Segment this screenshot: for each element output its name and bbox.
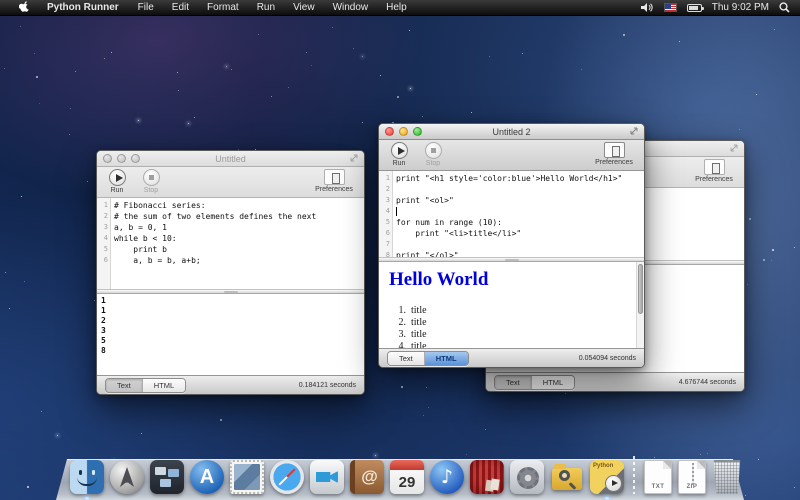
address-book-icon[interactable]: @ bbox=[350, 460, 384, 494]
close-button[interactable] bbox=[103, 154, 112, 163]
window-untitled-2: Untitled 2 Run Stop Preferences bbox=[378, 123, 645, 368]
menu-app-name[interactable]: Python Runner bbox=[39, 0, 129, 16]
minimize-button[interactable] bbox=[399, 127, 408, 136]
python-runner-icon[interactable]: Python bbox=[590, 460, 624, 494]
dock: A @ 29 ♪ Python TXT ZIP bbox=[64, 452, 736, 500]
rendered-heading: Hello World bbox=[389, 269, 634, 291]
run-icon bbox=[391, 142, 408, 159]
execution-time: 4.676744 seconds bbox=[679, 379, 736, 386]
html-tab[interactable]: HTML bbox=[531, 376, 574, 389]
trash-icon[interactable] bbox=[712, 460, 742, 494]
apple-icon bbox=[19, 1, 30, 14]
run-icon bbox=[109, 169, 126, 186]
launchpad-icon[interactable] bbox=[110, 460, 144, 494]
line-number-gutter: 12 34 56 78 bbox=[379, 171, 393, 257]
safari-icon[interactable] bbox=[270, 460, 304, 494]
find-app-icon[interactable] bbox=[550, 460, 584, 494]
output-pane[interactable]: 11 23 58 bbox=[97, 294, 364, 375]
text-output: 11 23 58 bbox=[97, 294, 364, 356]
rendered-ordered-list: 1.title 2.title 3.title 4.title 5.title … bbox=[389, 305, 634, 348]
code-editor[interactable]: 12 34 56 # Fibonacci series: # the sum o… bbox=[97, 198, 364, 289]
status-bar: Text HTML 0.184121 seconds bbox=[97, 375, 364, 394]
preferences-icon bbox=[324, 169, 345, 185]
minimize-button[interactable] bbox=[117, 154, 126, 163]
stop-icon bbox=[425, 142, 442, 159]
fullscreen-icon[interactable] bbox=[350, 154, 358, 164]
dock-divider bbox=[633, 456, 635, 494]
run-button[interactable]: Run bbox=[104, 169, 130, 194]
volume-icon[interactable] bbox=[641, 2, 654, 13]
text-tab[interactable]: Text bbox=[388, 352, 424, 365]
zoom-button[interactable] bbox=[413, 127, 422, 136]
titlebar[interactable]: Untitled bbox=[97, 151, 364, 167]
toolbar: Run Stop Preferences bbox=[97, 167, 364, 198]
facetime-icon[interactable] bbox=[310, 460, 344, 494]
preferences-button[interactable]: Preferences bbox=[311, 169, 357, 193]
mission-control-icon[interactable] bbox=[150, 460, 184, 494]
menu-file[interactable]: File bbox=[129, 0, 163, 16]
run-button[interactable]: Run bbox=[386, 142, 412, 167]
output-pane[interactable]: Hello World 1.title 2.title 3.title 4.ti… bbox=[379, 262, 644, 348]
output-mode-segmented-control: Text HTML bbox=[387, 351, 469, 366]
zoom-button[interactable] bbox=[131, 154, 140, 163]
spotlight-icon[interactable] bbox=[779, 2, 790, 13]
menu-view[interactable]: View bbox=[284, 0, 324, 16]
execution-time: 0.184121 seconds bbox=[299, 382, 356, 389]
html-tab[interactable]: HTML bbox=[142, 379, 185, 392]
desktop: Python Runner File Edit Format Run View … bbox=[0, 0, 800, 500]
ical-icon[interactable]: 29 bbox=[390, 460, 424, 494]
fullscreen-icon[interactable] bbox=[730, 144, 738, 154]
us-flag-icon[interactable] bbox=[664, 3, 677, 12]
menu-clock[interactable]: Thu 9:02 PM bbox=[712, 2, 769, 13]
vertical-scrollbar[interactable] bbox=[636, 262, 644, 348]
titlebar[interactable]: Untitled 2 bbox=[379, 124, 644, 140]
app-store-icon[interactable]: A bbox=[190, 460, 224, 494]
html-tab[interactable]: HTML bbox=[424, 352, 468, 365]
preferences-icon bbox=[704, 159, 725, 175]
menu-help[interactable]: Help bbox=[377, 0, 416, 16]
magnifier-icon bbox=[559, 470, 570, 481]
code-text: # Fibonacci series: # the sum of two ele… bbox=[111, 198, 364, 289]
html-output: Hello World 1.title 2.title 3.title 4.ti… bbox=[379, 262, 644, 348]
menu-edit[interactable]: Edit bbox=[163, 0, 198, 16]
battery-icon[interactable] bbox=[687, 4, 702, 12]
stop-button[interactable]: Stop bbox=[138, 169, 164, 194]
photo-booth-icon[interactable] bbox=[470, 460, 504, 494]
scrollbar-thumb[interactable] bbox=[638, 264, 643, 314]
zip-document-icon[interactable]: ZIP bbox=[678, 460, 706, 494]
menu-run[interactable]: Run bbox=[248, 0, 284, 16]
mail-icon[interactable] bbox=[230, 460, 264, 494]
preferences-button[interactable]: Preferences bbox=[591, 142, 637, 166]
stop-button[interactable]: Stop bbox=[420, 142, 446, 167]
text-tab[interactable]: Text bbox=[106, 379, 142, 392]
preferences-icon bbox=[604, 142, 625, 158]
menu-bar: Python Runner File Edit Format Run View … bbox=[0, 0, 800, 16]
text-cursor bbox=[396, 207, 397, 216]
status-bar: Text HTML 0.054094 seconds bbox=[379, 348, 644, 367]
finder-icon[interactable] bbox=[70, 460, 104, 494]
toolbar: Run Stop Preferences bbox=[379, 140, 644, 171]
window-untitled: Untitled Run Stop Preferences bbox=[96, 150, 365, 395]
output-mode-segmented-control: Text HTML bbox=[494, 375, 575, 390]
play-icon bbox=[605, 475, 622, 492]
fullscreen-icon[interactable] bbox=[630, 127, 638, 137]
stop-icon bbox=[143, 169, 160, 186]
txt-document-icon[interactable]: TXT bbox=[644, 460, 672, 494]
output-mode-segmented-control: Text HTML bbox=[105, 378, 186, 393]
execution-time: 0.054094 seconds bbox=[579, 355, 636, 362]
status-bar: Text HTML 4.676744 seconds bbox=[486, 372, 744, 391]
apple-menu[interactable] bbox=[10, 1, 39, 14]
menu-format[interactable]: Format bbox=[198, 0, 248, 16]
system-preferences-icon[interactable] bbox=[510, 460, 544, 494]
close-button[interactable] bbox=[385, 127, 394, 136]
menu-window[interactable]: Window bbox=[324, 0, 378, 16]
line-number-gutter: 12 34 56 bbox=[97, 198, 111, 289]
preferences-button[interactable]: Preferences bbox=[691, 159, 737, 183]
code-text: print "<h1 style='color:blue'>Hello Worl… bbox=[393, 171, 644, 257]
itunes-icon[interactable]: ♪ bbox=[430, 460, 464, 494]
code-editor[interactable]: 12 34 56 78 print "<h1 style='color:blue… bbox=[379, 171, 644, 257]
text-tab[interactable]: Text bbox=[495, 376, 531, 389]
